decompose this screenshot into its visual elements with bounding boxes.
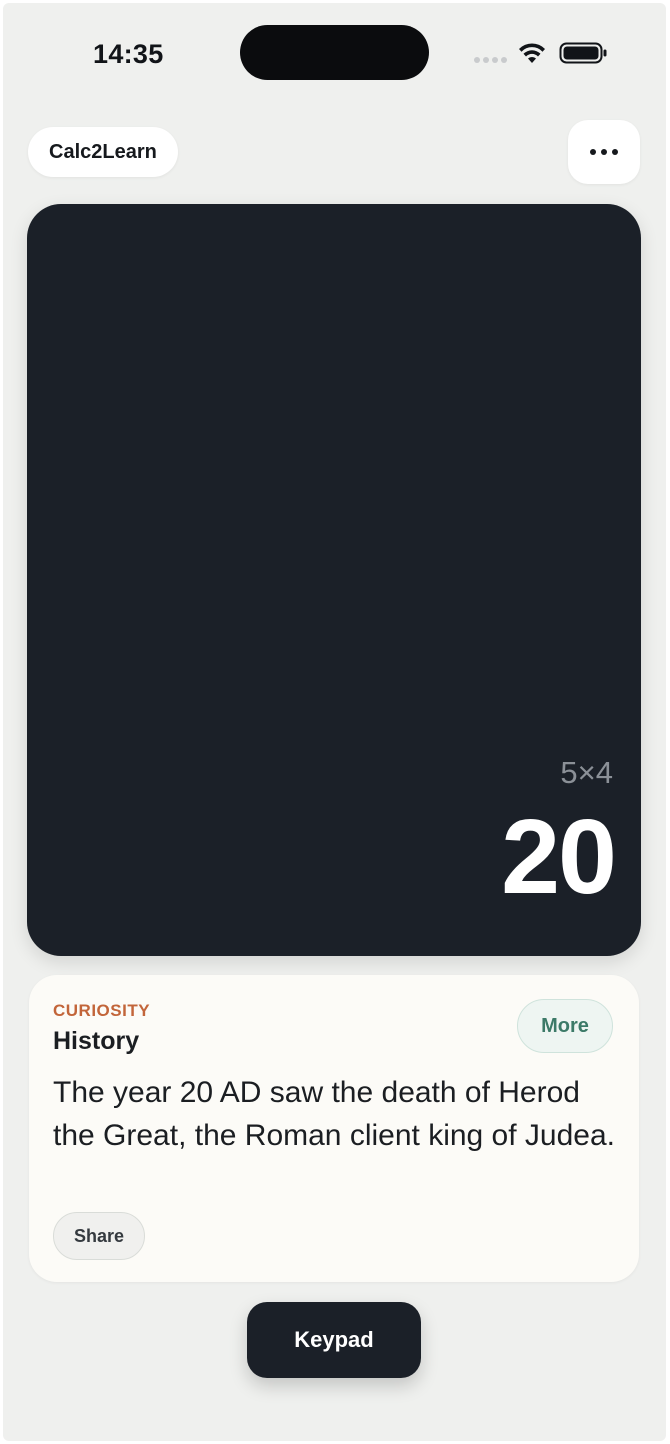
wifi-icon [517,41,547,70]
keypad-button-label: Keypad [294,1327,374,1352]
cellular-signal-icon [474,57,507,63]
calculator-display: 5×4 20 [27,204,641,956]
battery-icon [559,41,609,70]
share-button-label: Share [73,1225,125,1246]
dynamic-island [240,25,429,80]
keypad-button[interactable]: Keypad [247,1302,421,1378]
app-title: Calc2Learn [49,140,157,163]
share-button[interactable]: Share [53,1212,145,1260]
fact-category: History [53,1027,140,1055]
status-time: 14:35 [93,39,164,69]
ellipsis-icon [590,149,618,155]
fact-text: The year 20 AD saw the death of Herod th… [53,1076,615,1152]
menu-button[interactable] [568,120,640,184]
expression-text: 5×4 [560,755,613,790]
app-screen: 14:35 Calc2Learn 5×4 20 CURIOSITY Histor… [3,3,666,1441]
app-title-pill[interactable]: Calc2Learn [28,127,178,177]
more-button-label: More [541,1014,589,1037]
fact-card: CURIOSITY History More The year 20 AD sa… [29,975,639,1282]
fact-kicker: CURIOSITY [53,1001,151,1020]
result-value: 20 [501,798,617,916]
more-button[interactable]: More [517,999,613,1053]
